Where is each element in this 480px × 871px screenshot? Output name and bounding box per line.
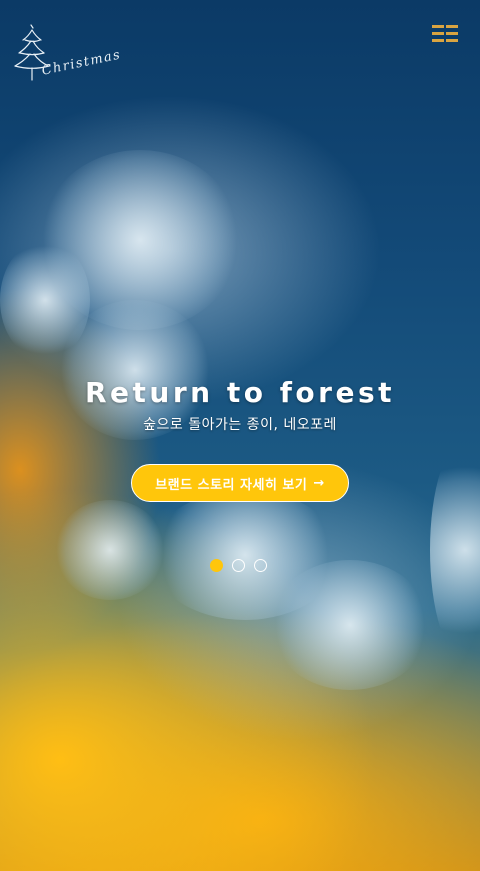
slider-dot-3[interactable] (254, 559, 267, 572)
brand-logo[interactable]: Christmas (12, 22, 123, 92)
brand-story-button[interactable]: 브랜드 스토리 자세히 보기 → (131, 464, 349, 502)
slider-dot-1[interactable] (210, 559, 223, 572)
brand-story-button-label: 브랜드 스토리 자세히 보기 (155, 477, 308, 493)
slider-dot-2[interactable] (232, 559, 245, 572)
hero-background (0, 0, 480, 871)
logo-text: Christmas (40, 47, 123, 79)
hero-subline: 숲으로 돌아가는 종이, 네오포레 (143, 417, 337, 433)
menu-button[interactable] (432, 25, 460, 47)
hero-headline: Return to forest (85, 376, 395, 409)
arrow-right-icon: → (313, 475, 325, 491)
slider-pagination (210, 559, 274, 575)
